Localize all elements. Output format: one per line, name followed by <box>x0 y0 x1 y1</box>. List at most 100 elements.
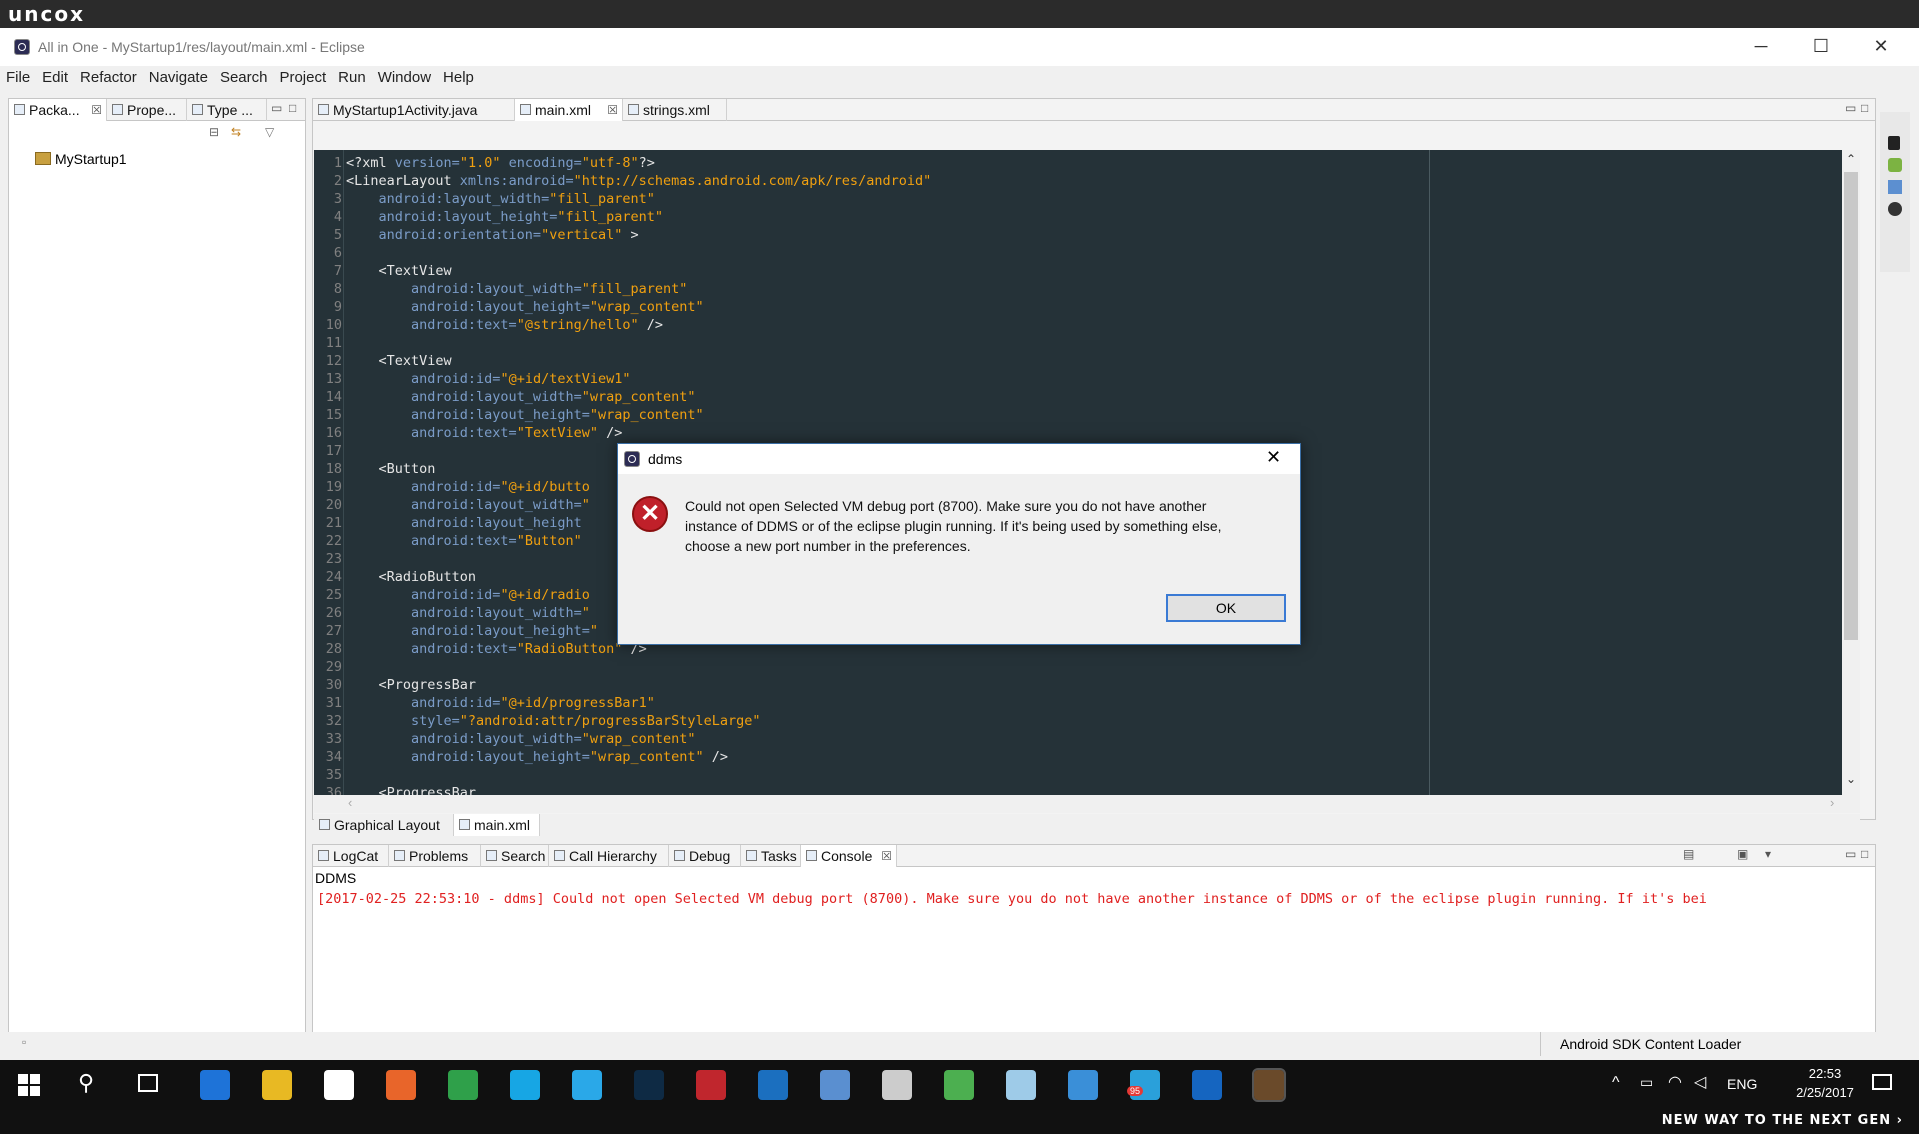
menu-edit[interactable]: Edit <box>36 66 74 86</box>
search-icon[interactable]: ⚲ <box>78 1070 94 1096</box>
menu-help[interactable]: Help <box>437 66 480 86</box>
battery-icon[interactable]: ▭ <box>1640 1074 1653 1091</box>
tab-type-hierarchy[interactable]: Type ... <box>187 99 267 121</box>
action-center-icon[interactable] <box>1872 1074 1892 1090</box>
tab-strings-xml[interactable]: strings.xml <box>623 99 727 121</box>
minimize-view-icon[interactable]: ▭ <box>271 101 282 115</box>
view-menu-icon[interactable]: ▽ <box>265 125 274 139</box>
network-globe-icon[interactable] <box>448 1070 478 1100</box>
menu-project[interactable]: Project <box>273 66 332 86</box>
close-tab-icon[interactable]: ☒ <box>881 845 892 867</box>
xml-file-icon <box>520 104 531 115</box>
status-bar: ▫ Android SDK Content Loader <box>0 1032 1919 1058</box>
code-line: 10 android:text="@string/hello" /> <box>314 316 1614 334</box>
language-indicator[interactable]: ENG <box>1727 1076 1757 1092</box>
clock[interactable]: 22:53 2/25/2017 <box>1790 1066 1860 1100</box>
code-content: android:id="@+id/progressBar1" <box>346 695 655 711</box>
minimize-button[interactable]: ─ <box>1738 32 1784 60</box>
editor-horizontal-scrollbar[interactable]: ‹ › <box>314 795 1860 813</box>
tab-main-xml[interactable]: main.xml ☒ <box>515 99 623 121</box>
menu-refactor[interactable]: Refactor <box>74 66 143 86</box>
maximize-console-icon[interactable]: □ <box>1861 847 1868 861</box>
ddms-icon[interactable] <box>1888 202 1902 216</box>
ddms-error-dialog: ddms ✕ ✕ Could not open Selected VM debu… <box>617 443 1301 645</box>
device-icon[interactable] <box>1888 136 1900 150</box>
menu-navigate[interactable]: Navigate <box>143 66 214 86</box>
file-explorer-icon[interactable] <box>262 1070 292 1100</box>
sync-icon[interactable] <box>572 1070 602 1100</box>
minimize-editor-icon[interactable]: ▭ <box>1845 101 1856 115</box>
tab-call-hierarchy[interactable]: Call Hierarchy <box>549 845 669 867</box>
tab-logcat[interactable]: LogCat <box>313 845 389 867</box>
store-icon[interactable] <box>324 1070 354 1100</box>
scroll-left-icon[interactable]: ‹ <box>348 795 352 810</box>
line-number: 24 <box>325 569 342 585</box>
code-content: <RadioButton <box>346 569 477 585</box>
scroll-down-icon[interactable]: ⌄ <box>1846 772 1856 786</box>
notepad-icon[interactable] <box>1006 1070 1036 1100</box>
maximize-button[interactable]: ☐ <box>1798 32 1844 60</box>
code-line: 7 <TextView <box>314 262 1614 280</box>
close-tab-icon[interactable]: ☒ <box>91 99 102 121</box>
firefox-icon[interactable] <box>386 1070 416 1100</box>
task-view-icon[interactable] <box>138 1074 158 1092</box>
eclipse-icon[interactable] <box>1252 1068 1286 1102</box>
tab-mystartup1activity-java[interactable]: MyStartup1Activity.java <box>313 99 515 121</box>
display-console-icon[interactable]: ▾ <box>1765 847 1771 861</box>
maximize-view-icon[interactable]: □ <box>289 101 296 115</box>
tab-problems[interactable]: Problems <box>389 845 481 867</box>
maximize-editor-icon[interactable]: □ <box>1861 101 1868 115</box>
close-tab-icon[interactable]: ☒ <box>607 99 618 121</box>
menu-run[interactable]: Run <box>332 66 372 86</box>
code-line: 35 <box>314 766 1614 784</box>
menu-search[interactable]: Search <box>214 66 274 86</box>
project-tree-item[interactable]: MyStartup1 <box>35 151 127 167</box>
tab-tasks[interactable]: Tasks <box>741 845 801 867</box>
tab-debug[interactable]: Debug <box>669 845 741 867</box>
tab-properties[interactable]: Prope... <box>107 99 187 121</box>
scroll-thumb[interactable] <box>1844 172 1858 640</box>
editor-tabstrip: MyStartup1Activity.java main.xml ☒ string… <box>313 99 1875 121</box>
collapse-all-icon[interactable]: ⊟ <box>209 125 219 139</box>
skype-icon[interactable] <box>510 1070 540 1100</box>
dialog-close-button[interactable]: ✕ <box>1266 447 1281 468</box>
chrome-icon[interactable] <box>944 1070 974 1100</box>
code-content: android:layout_height="wrap_content" <box>346 299 704 315</box>
volume-icon[interactable]: ◁ <box>1694 1072 1706 1092</box>
tab-search[interactable]: Search <box>481 845 549 867</box>
ok-button[interactable]: OK <box>1166 594 1286 622</box>
menu-file[interactable]: File <box>0 66 36 86</box>
android-icon <box>318 850 329 861</box>
scroll-up-icon[interactable]: ⌃ <box>1846 152 1856 166</box>
show-hidden-icons-icon[interactable]: ^ <box>1612 1074 1620 1092</box>
editor-vertical-scrollbar[interactable]: ⌃ ⌄ <box>1842 150 1860 795</box>
minimize-console-icon[interactable]: ▭ <box>1845 847 1856 861</box>
ccleaner-icon[interactable] <box>758 1070 788 1100</box>
console-output-line: [2017-02-25 22:53:10 - ddms] Could not o… <box>317 891 1707 907</box>
start-button[interactable] <box>18 1074 40 1096</box>
close-button[interactable]: ✕ <box>1858 32 1904 60</box>
antivirus-icon[interactable] <box>696 1070 726 1100</box>
browser-icon[interactable] <box>820 1070 850 1100</box>
window-app-icon[interactable] <box>1192 1070 1222 1100</box>
print-margin <box>1429 150 1430 795</box>
contacts-icon[interactable] <box>1068 1070 1098 1100</box>
wifi-icon[interactable]: ◠ <box>1668 1072 1682 1092</box>
menu-window[interactable]: Window <box>372 66 437 86</box>
pin-console-icon[interactable]: ▣ <box>1737 847 1748 861</box>
tab-console[interactable]: Console ☒ <box>801 845 897 867</box>
tab-main-xml-source[interactable]: main.xml <box>454 814 540 836</box>
tab-graphical-layout[interactable]: Graphical Layout <box>314 814 454 836</box>
android-icon[interactable] <box>1888 158 1902 172</box>
tool-icon[interactable] <box>882 1070 912 1100</box>
tab-package-explorer[interactable]: Packa... ☒ <box>9 99 107 121</box>
line-number: 11 <box>325 335 342 351</box>
left-tabstrip: Packa... ☒ Prope... Type ... ▭ □ <box>9 99 305 121</box>
scroll-right-icon[interactable]: › <box>1830 795 1834 810</box>
link-editor-icon[interactable]: ⇆ <box>231 125 241 139</box>
clear-console-icon[interactable]: ▤ <box>1683 847 1694 861</box>
code-content: <Button <box>346 461 436 477</box>
photoshop-icon[interactable] <box>634 1070 664 1100</box>
edge-icon[interactable] <box>200 1070 230 1100</box>
hierarchy-icon[interactable] <box>1888 180 1902 194</box>
